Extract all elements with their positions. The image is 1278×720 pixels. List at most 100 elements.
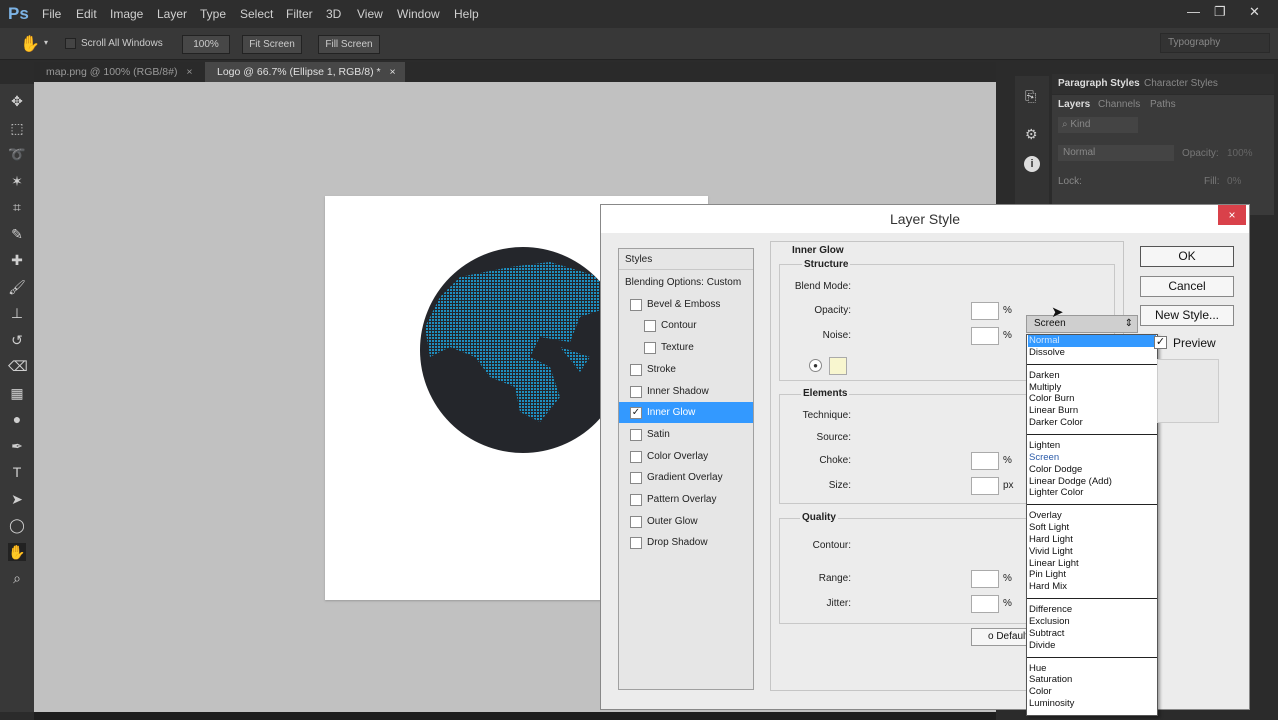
blend-option-multiply[interactable]: Multiply <box>1028 382 1156 394</box>
info-icon[interactable]: i <box>1024 156 1040 172</box>
menu-window[interactable]: Window <box>397 7 440 21</box>
menu-layer[interactable]: Layer <box>157 7 187 21</box>
cancel-button[interactable]: Cancel <box>1140 276 1234 297</box>
blend-option-lighten[interactable]: Lighten <box>1028 440 1156 452</box>
lasso-tool-icon[interactable]: ➰ <box>8 145 26 163</box>
menu-view[interactable]: View <box>357 7 383 21</box>
pen-tool-icon[interactable]: ✒ <box>8 437 26 455</box>
marquee-tool-icon[interactable]: ⬚ <box>8 119 26 137</box>
minimize-button[interactable]: — <box>1187 4 1200 19</box>
brush-tool-icon[interactable]: 🖌 <box>8 278 26 296</box>
blend-option-overlay[interactable]: Overlay <box>1028 510 1156 522</box>
tab-paragraph-styles[interactable]: Paragraph Styles <box>1058 78 1140 89</box>
ok-button[interactable]: OK <box>1140 246 1234 267</box>
blend-option-darker-color[interactable]: Darker Color <box>1028 417 1156 429</box>
noise-field[interactable] <box>971 327 999 345</box>
blend-option-color[interactable]: Color <box>1028 686 1156 698</box>
jitter-field[interactable] <box>971 595 999 613</box>
blend-option-difference[interactable]: Difference <box>1028 604 1156 616</box>
crop-tool-icon[interactable]: ⌗ <box>8 198 26 216</box>
tab-logo[interactable]: Logo @ 66.7% (Ellipse 1, RGB/8) * × <box>205 62 405 82</box>
style-item-inner-glow[interactable]: ✓ Inner Glow <box>619 402 753 424</box>
zoom-100-button[interactable]: 100% <box>182 35 230 54</box>
style-checkbox[interactable] <box>630 537 642 550</box>
style-item-bevel-emboss[interactable]: Bevel & Emboss <box>619 294 753 315</box>
dodge-tool-icon[interactable]: ● <box>8 410 26 428</box>
style-item-drop-shadow[interactable]: Drop Shadow <box>619 532 753 553</box>
style-item-contour[interactable]: Contour <box>619 315 753 336</box>
tab-paths[interactable]: Paths <box>1150 99 1176 110</box>
style-item-stroke[interactable]: Stroke <box>619 359 753 380</box>
eyedropper-tool-icon[interactable]: ✎ <box>8 225 26 243</box>
workspace-select[interactable]: Typography <box>1160 33 1270 53</box>
blend-option-luminosity[interactable]: Luminosity <box>1028 698 1156 710</box>
hand-tool-icon[interactable]: ✋ <box>8 542 26 561</box>
style-checkbox[interactable] <box>630 298 642 311</box>
blend-option-hard-light[interactable]: Hard Light <box>1028 534 1156 546</box>
blend-option-hard-mix[interactable]: Hard Mix <box>1028 581 1156 593</box>
blend-option-linear-dodge-add-[interactable]: Linear Dodge (Add) <box>1028 476 1156 488</box>
style-checkbox[interactable] <box>630 428 642 441</box>
range-field[interactable] <box>971 570 999 588</box>
history-brush-tool-icon[interactable]: ↺ <box>8 331 26 349</box>
stamp-tool-icon[interactable]: ⊥ <box>8 304 26 322</box>
zoom-tool-icon[interactable]: ⌕ <box>8 569 26 587</box>
properties-icon[interactable]: ⚙ <box>1025 126 1038 143</box>
blend-option-hue[interactable]: Hue <box>1028 663 1156 675</box>
window-close-button[interactable]: ✕ <box>1249 4 1260 20</box>
menu-select[interactable]: Select <box>240 7 273 21</box>
layer-blend-select[interactable]: Normal <box>1058 145 1174 161</box>
style-item-satin[interactable]: Satin <box>619 424 753 445</box>
blend-option-color-burn[interactable]: Color Burn <box>1028 393 1156 405</box>
healing-tool-icon[interactable]: ✚ <box>8 251 26 269</box>
size-field[interactable] <box>971 477 999 495</box>
blend-option-subtract[interactable]: Subtract <box>1028 628 1156 640</box>
blend-option-screen[interactable]: Screen <box>1028 452 1156 464</box>
style-checkbox[interactable] <box>630 363 642 376</box>
menu-type[interactable]: Type <box>200 7 226 21</box>
style-item-blending-options-custom[interactable]: Blending Options: Custom <box>619 272 753 293</box>
move-tool-icon[interactable]: ✥ <box>8 92 26 110</box>
blend-option-dissolve[interactable]: Dissolve <box>1028 347 1156 359</box>
menu-image[interactable]: Image <box>110 7 143 21</box>
path-select-tool-icon[interactable]: ➤ <box>8 490 26 508</box>
blend-option-linear-light[interactable]: Linear Light <box>1028 558 1156 570</box>
scroll-all-windows-checkbox[interactable] <box>65 38 76 49</box>
eraser-tool-icon[interactable]: ⌫ <box>8 357 28 375</box>
menu-edit[interactable]: Edit <box>76 7 97 21</box>
preview-checkbox[interactable]: ✓ <box>1154 336 1167 349</box>
style-checkbox[interactable]: ✓ <box>630 407 642 420</box>
blend-option-pin-light[interactable]: Pin Light <box>1028 569 1156 581</box>
menu-filter[interactable]: Filter <box>286 7 313 21</box>
blend-mode-select[interactable]: Screen ⇕ <box>1026 315 1138 333</box>
hand-tool-icon[interactable]: ✋ <box>20 34 40 54</box>
blend-option-normal[interactable]: Normal <box>1028 335 1156 347</box>
style-checkbox[interactable] <box>630 385 642 398</box>
fill-screen-button[interactable]: Fill Screen <box>318 35 380 54</box>
style-item-gradient-overlay[interactable]: Gradient Overlay <box>619 467 753 488</box>
ellipse-tool-icon[interactable]: ◯ <box>8 516 26 534</box>
style-item-pattern-overlay[interactable]: Pattern Overlay <box>619 489 753 510</box>
glow-color-swatch[interactable] <box>829 357 847 375</box>
opacity-value[interactable]: 100% <box>1227 148 1253 159</box>
style-checkbox[interactable] <box>630 450 642 463</box>
style-checkbox[interactable] <box>630 515 642 528</box>
style-checkbox[interactable] <box>630 472 642 485</box>
blend-option-saturation[interactable]: Saturation <box>1028 674 1156 686</box>
type-tool-icon[interactable]: T <box>8 463 26 481</box>
tab-map[interactable]: map.png @ 100% (RGB/8#) × <box>34 62 206 82</box>
style-checkbox[interactable] <box>630 494 642 506</box>
tab-channels[interactable]: Channels <box>1098 99 1140 110</box>
style-item-color-overlay[interactable]: Color Overlay <box>619 446 753 467</box>
blend-option-color-dodge[interactable]: Color Dodge <box>1028 464 1156 476</box>
magic-wand-tool-icon[interactable]: ✶ <box>8 172 26 190</box>
choke-field[interactable] <box>971 452 999 470</box>
history-icon[interactable]: ⎘ <box>1025 88 1036 105</box>
menu-help[interactable]: Help <box>454 7 479 21</box>
fit-screen-button[interactable]: Fit Screen <box>242 35 302 54</box>
gradient-tool-icon[interactable]: ▦ <box>8 384 26 402</box>
new-style-button[interactable]: New Style... <box>1140 305 1234 326</box>
style-item-outer-glow[interactable]: Outer Glow <box>619 511 753 532</box>
style-checkbox[interactable] <box>644 342 656 355</box>
blend-option-linear-burn[interactable]: Linear Burn <box>1028 405 1156 417</box>
